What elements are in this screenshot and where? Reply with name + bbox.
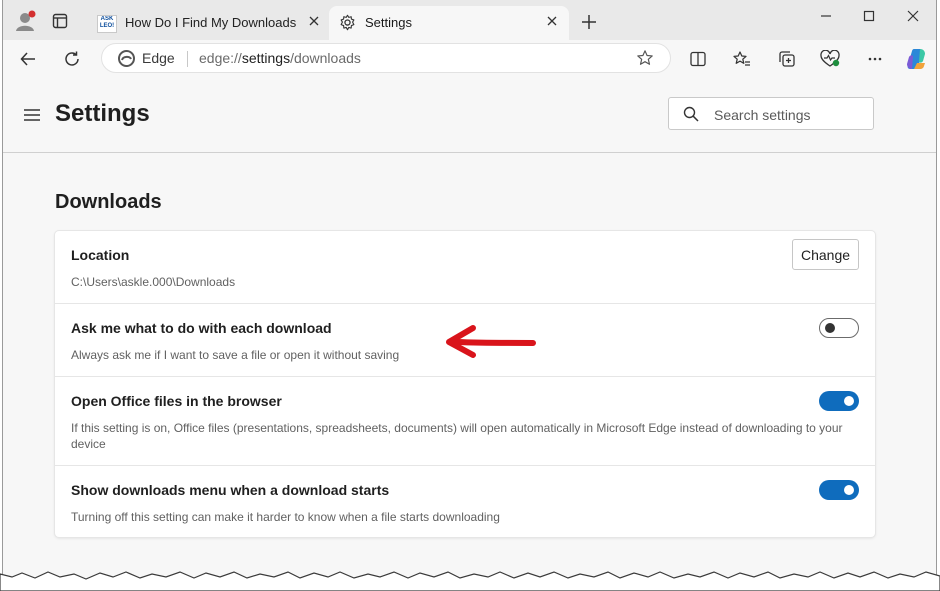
url-path: /downloads (290, 50, 361, 66)
back-arrow-icon[interactable] (17, 48, 39, 70)
menu-hamburger-icon[interactable] (23, 108, 41, 127)
profile-avatar-icon[interactable] (13, 9, 37, 33)
browser-window: ASK LEO! How Do I Find My Downloads on Se… (2, 0, 937, 580)
address-bar[interactable]: Edge edge://settings/downloads (101, 43, 671, 73)
close-window-icon[interactable] (890, 0, 936, 32)
url-scheme: edge:// (199, 50, 242, 66)
split-screen-icon[interactable] (687, 48, 709, 70)
gear-icon (339, 14, 356, 34)
collections-icon[interactable] (776, 48, 798, 70)
copilot-icon[interactable] (903, 46, 929, 72)
edge-brand-label: Edge (142, 50, 175, 66)
refresh-icon[interactable] (61, 48, 83, 70)
minimize-icon[interactable] (803, 0, 849, 32)
red-arrow-annotation (443, 323, 539, 368)
favorite-star-icon[interactable] (636, 49, 654, 72)
setting-row-office-files: Open Office files in the browser If this… (55, 377, 875, 466)
tab-actions-icon[interactable] (49, 10, 71, 32)
header-divider (3, 152, 936, 153)
tab-askleo[interactable]: ASK LEO! How Do I Find My Downloads on (89, 6, 329, 40)
setting-title: Open Office files in the browser (71, 393, 282, 409)
setting-title: Ask me what to do with each download (71, 320, 332, 336)
downloads-menu-toggle[interactable] (819, 480, 859, 500)
ask-download-toggle[interactable] (819, 318, 859, 338)
setting-description: If this setting is on, Office files (pre… (71, 421, 843, 451)
close-tab-icon[interactable] (307, 14, 321, 31)
toggle-knob (844, 485, 854, 495)
address-separator (187, 51, 188, 67)
search-icon (683, 106, 699, 127)
search-settings-input[interactable]: Search settings (668, 97, 874, 130)
setting-description: C:\Users\askle.000\Downloads (71, 275, 236, 289)
new-tab-icon[interactable] (579, 12, 599, 32)
tab-label: Settings (365, 15, 412, 30)
tab-label: How Do I Find My Downloads on (125, 15, 299, 30)
office-files-toggle[interactable] (819, 391, 859, 411)
setting-row-location: Location C:\Users\askle.000\Downloads Ch… (55, 231, 875, 304)
toggle-knob (844, 396, 854, 406)
browser-essentials-icon[interactable] (819, 48, 841, 70)
favorites-icon[interactable] (731, 48, 753, 70)
search-placeholder: Search settings (714, 107, 811, 123)
downloads-settings-card: Location C:\Users\askle.000\Downloads Ch… (55, 231, 875, 537)
more-options-icon[interactable] (864, 48, 886, 70)
url-host: settings (241, 50, 291, 66)
section-title-downloads: Downloads (55, 191, 162, 213)
toggle-knob (825, 323, 835, 333)
setting-title: Show downloads menu when a download star… (71, 482, 390, 498)
torn-edge-decoration (0, 571, 940, 591)
page-title: Settings (55, 100, 150, 127)
tab-strip: ASK LEO! How Do I Find My Downloads on Se… (3, 0, 936, 40)
tab-settings[interactable]: Settings (329, 6, 569, 40)
navigation-toolbar: Edge edge://settings/downloads (3, 40, 936, 77)
maximize-icon[interactable] (846, 0, 892, 32)
change-location-button[interactable]: Change (792, 239, 859, 270)
askleo-favicon-icon: ASK LEO! (97, 15, 117, 33)
setting-description: Turning off this setting can make it har… (71, 510, 500, 524)
setting-row-downloads-menu: Show downloads menu when a download star… (55, 466, 875, 537)
close-tab-icon[interactable] (545, 14, 559, 31)
edge-logo-icon (118, 50, 135, 72)
url-text: edge://settings/downloads (199, 50, 361, 66)
setting-title: Location (71, 247, 130, 263)
